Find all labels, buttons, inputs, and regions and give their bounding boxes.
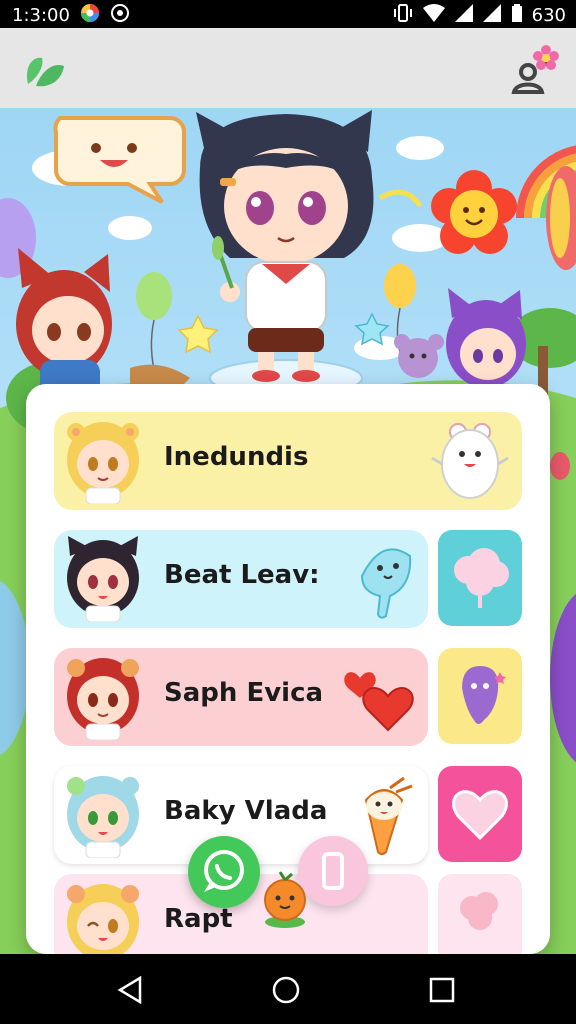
side-action-button[interactable] [438, 766, 522, 862]
notification-dot-icon [110, 3, 130, 28]
leaf-logo-icon[interactable] [22, 50, 66, 90]
home-button[interactable] [270, 974, 302, 1006]
flower-badge-icon [533, 45, 559, 70]
bunny-mascot-icon [428, 418, 512, 504]
recents-square-icon [429, 977, 455, 1003]
bird-mascot-icon [340, 536, 424, 622]
back-button[interactable] [114, 974, 146, 1006]
whatsapp-button[interactable] [188, 836, 260, 908]
status-bar: 1:3:00 630 [0, 0, 576, 28]
hearts-icon [340, 654, 424, 740]
app-bar [0, 28, 576, 109]
cloud-candy-icon [454, 548, 509, 608]
side-action-button[interactable] [438, 530, 522, 626]
side-action-button[interactable] [438, 648, 522, 744]
contact-name: Inedundis [164, 442, 309, 472]
contact-name: Saph Evica [164, 678, 324, 708]
candy-icon [460, 892, 498, 930]
avatar [60, 418, 146, 505]
contact-name: Rapt [164, 904, 233, 934]
avatar [60, 654, 146, 741]
signal-icon [454, 3, 474, 28]
contact-name: Beat Leav: [164, 560, 320, 590]
battery-level: 630 [531, 5, 566, 26]
home-circle-icon [272, 976, 300, 1004]
side-action-button[interactable] [438, 874, 522, 954]
avatar [60, 536, 146, 623]
contact-row[interactable]: Saph Evica [54, 648, 428, 746]
contact-row[interactable]: Inedundis [54, 412, 522, 510]
ghost-icon [462, 666, 506, 724]
heart-icon [452, 790, 508, 841]
back-triangle-icon [117, 975, 142, 1005]
recents-button[interactable] [426, 974, 458, 1006]
wifi-icon [422, 3, 446, 28]
vibrate-icon [392, 3, 414, 28]
contact-row[interactable]: Beat Leav: [54, 530, 428, 628]
orange-mascot-icon [258, 868, 312, 930]
add-contact-button[interactable] [510, 42, 562, 96]
contact-name: Baky Vlada [164, 796, 328, 826]
status-time: 1:3:00 [12, 5, 70, 26]
color-wheel-icon [80, 3, 100, 28]
navigation-bar [0, 954, 576, 1024]
chat-bubble-icon [204, 850, 244, 892]
battery-icon [510, 3, 524, 28]
signal-2-icon [482, 3, 502, 28]
avatar [60, 772, 146, 859]
avatar [60, 880, 146, 954]
